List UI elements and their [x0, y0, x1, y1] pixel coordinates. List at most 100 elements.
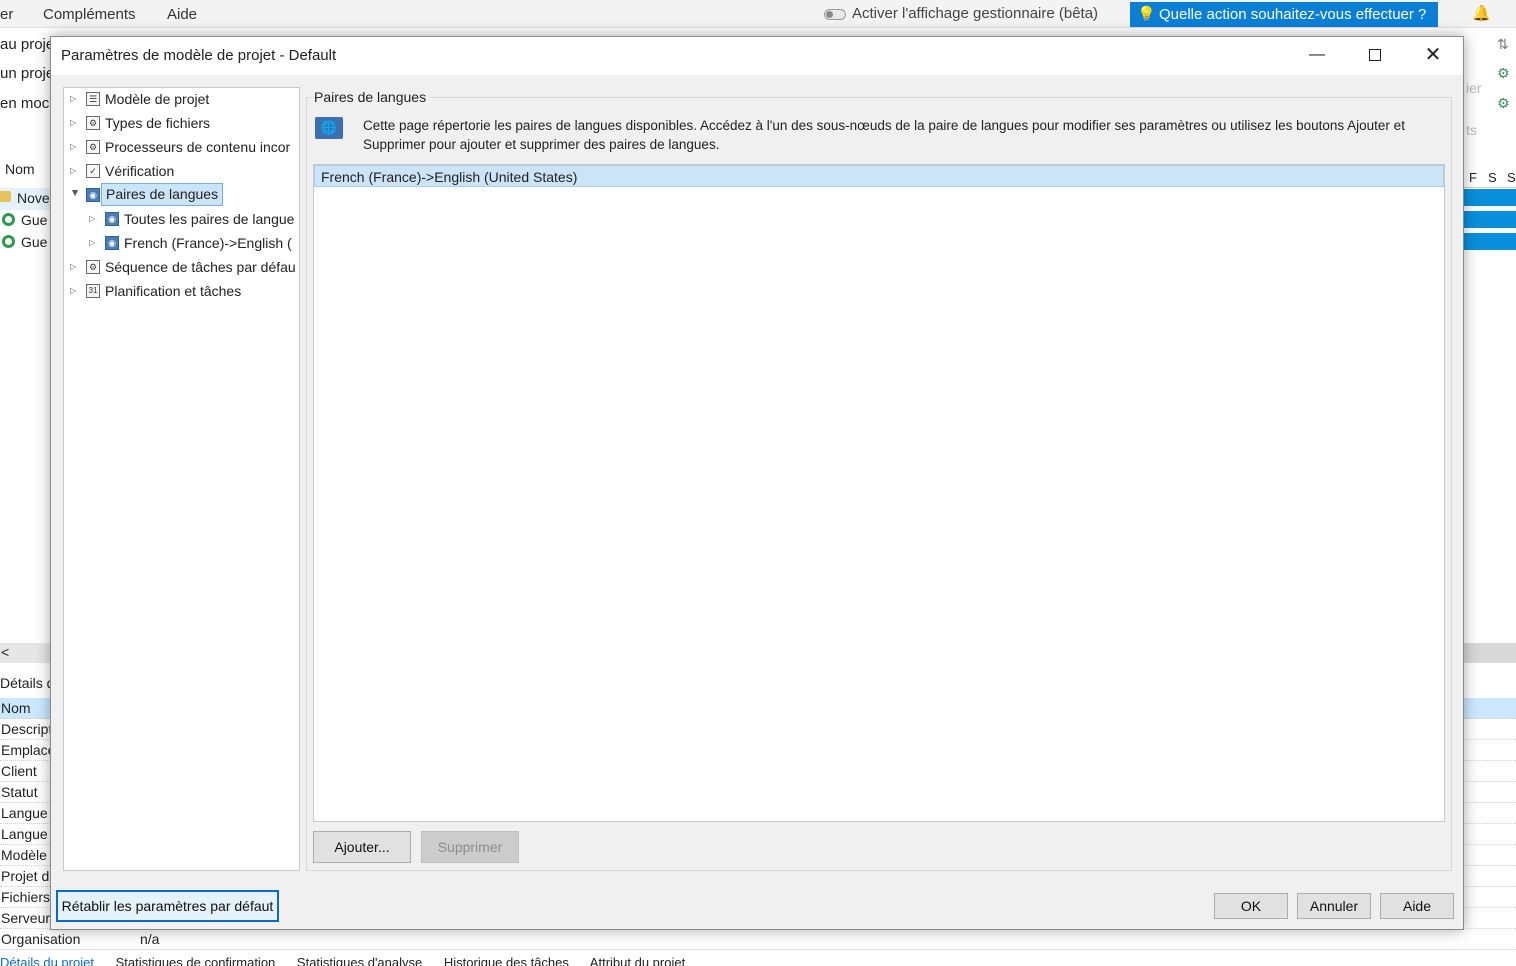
beta-toggle[interactable] [824, 9, 846, 20]
collapse-arrow-icon[interactable]: ▶ [64, 190, 86, 200]
horizontal-scrollbar[interactable]: < [0, 643, 52, 663]
expand-arrow-icon[interactable]: ▷ [89, 208, 99, 230]
project-name: Nove [17, 190, 50, 206]
file-types-icon: ⚙ [86, 116, 100, 130]
bottom-tabs: Détails du projet Statistiques de confir… [0, 955, 1516, 966]
tab-analysis-stats[interactable]: Statistiques d'analyse [297, 955, 422, 966]
property-label: Modèle [1, 847, 47, 863]
project-row[interactable]: Gue [0, 232, 52, 254]
language-pair-icon: ◉ [105, 236, 119, 250]
scroll-left-icon[interactable]: < [1, 644, 9, 660]
project-name: Gue [21, 212, 48, 228]
beta-toggle-label: Activer l'affichage gestionnaire (bêta) [852, 5, 1099, 22]
project-template-settings-dialog: Paramètres de modèle de projet - Default… [50, 36, 1464, 930]
project-row[interactable]: Nove [0, 188, 52, 210]
property-label: Fichiers [1, 889, 51, 905]
property-label: Client [1, 763, 37, 779]
settings-tree: ▷ ☰ Modèle de projet ▷ ⚙ Types de fichie… [63, 87, 300, 871]
name-column-label: Nom [5, 161, 35, 177]
app-menubar: er Compléments Aide Activer l'affichage … [0, 0, 1516, 28]
minimize-button[interactable]: — [1288, 37, 1346, 75]
tab-project-details[interactable]: Détails du projet [0, 955, 94, 966]
bell-icon[interactable]: 🔔 [1472, 4, 1491, 22]
tab-project-attribute[interactable]: Attribut du projet [590, 955, 685, 966]
expand-arrow-icon[interactable]: ▷ [89, 232, 99, 254]
gantt-bar [1464, 211, 1516, 228]
tab-confirmation-stats[interactable]: Statistiques de confirmation [116, 955, 276, 966]
property-label: Projet d [1, 868, 50, 884]
dialog-title: Paramètres de modèle de projet - Default [61, 47, 337, 64]
reset-defaults-button[interactable]: Rétablir les paramètres par défaut [56, 890, 279, 922]
property-label: Nom [1, 700, 31, 716]
expand-arrow-icon[interactable]: ▷ [70, 280, 80, 302]
close-icon: ✕ [1424, 44, 1442, 66]
gantt-bar [1464, 189, 1516, 206]
project-name: Gue [21, 234, 48, 250]
horizontal-scrollbar-right[interactable] [1464, 643, 1516, 663]
expand-arrow-icon[interactable]: ▷ [70, 256, 80, 278]
expand-arrow-icon[interactable]: ▷ [70, 160, 80, 182]
property-row[interactable]: Organisation n/a [0, 929, 1516, 950]
language-pairs-page: Paires de langues 🌐 Cette page répertori… [306, 87, 1454, 871]
language-pairs-list[interactable]: French (France)->English (United States) [313, 164, 1445, 822]
property-label: Statut [1, 784, 38, 800]
ribbon-icon[interactable]: ⚙ [1497, 65, 1510, 82]
details-header: Détails d [0, 675, 55, 691]
gantt-day-label: S [1507, 170, 1516, 185]
ribbon-text[interactable]: en moc [0, 95, 49, 112]
tree-label: Types de fichiers [105, 115, 211, 131]
tell-me-text: Quelle action souhaitez-vous effectuer ? [1159, 6, 1427, 23]
projects-column-header[interactable]: Nom [0, 148, 52, 190]
maximize-button[interactable] [1346, 37, 1404, 75]
close-button[interactable]: ✕ [1404, 37, 1462, 75]
property-label: Emplace [1, 742, 56, 758]
toggle-knob [826, 11, 833, 18]
ribbon-icon[interactable]: ⚙ [1497, 95, 1510, 112]
menu-help[interactable]: Aide [167, 6, 197, 23]
sequence-icon: ⚙ [86, 260, 100, 274]
cancel-button[interactable]: Annuler [1297, 893, 1371, 919]
status-icon [2, 235, 15, 248]
expand-arrow-icon[interactable]: ▷ [70, 88, 80, 110]
expand-arrow-icon[interactable]: ▷ [70, 136, 80, 158]
property-label: Langue [1, 826, 48, 842]
property-label: Serveur [1, 910, 51, 926]
gantt-bar [1464, 233, 1516, 250]
tree-label: Vérification [105, 163, 175, 179]
help-button[interactable]: Aide [1380, 893, 1454, 919]
dialog-titlebar: Paramètres de modèle de projet - Default… [51, 37, 1463, 75]
tree-label: Toutes les paires de langue [124, 211, 295, 227]
property-label: Descripti [1, 721, 56, 737]
ribbon-text[interactable]: au proje [0, 36, 54, 53]
tree-label: Planification et tâches [105, 283, 242, 299]
lightbulb-icon: 💡 [1137, 6, 1156, 23]
remove-button[interactable]: Supprimer [421, 831, 519, 863]
ribbon-text[interactable]: un proje [0, 65, 54, 82]
tell-me-box[interactable]: 💡 Quelle action souhaitez-vous effectuer… [1130, 2, 1438, 27]
ok-button[interactable]: OK [1214, 893, 1288, 919]
menu-item-partial[interactable]: er [0, 6, 13, 23]
status-icon [2, 213, 15, 226]
gantt-day-label: F [1469, 170, 1477, 185]
language-pair-icon: 🌐 [315, 117, 343, 139]
tree-label: Modèle de projet [105, 91, 210, 107]
gantt-day-label: S [1488, 170, 1497, 185]
ribbon-icon[interactable]: ⇅ [1497, 36, 1509, 53]
faded-ribbon-text: ts [1466, 122, 1477, 138]
group-title: Paires de langues [314, 89, 431, 105]
menu-complements[interactable]: Compléments [43, 6, 136, 23]
doc-icon: ☰ [86, 92, 100, 106]
gantt-header: F S S [1464, 168, 1516, 188]
tab-task-history[interactable]: Historique des tâches [444, 955, 569, 966]
tree-label: Processeurs de contenu incor [105, 139, 291, 155]
folder-icon [0, 191, 11, 202]
add-button[interactable]: Ajouter... [313, 831, 411, 863]
minimize-icon: — [1309, 46, 1325, 63]
check-icon: ✓ [86, 164, 100, 178]
project-row[interactable]: Gue [0, 210, 52, 232]
list-item[interactable]: French (France)->English (United States) [314, 165, 1444, 187]
tree-label: Paires de langues [101, 183, 224, 206]
processor-icon: ⚙ [86, 140, 100, 154]
info-text: Cette page répertorie les paires de lang… [363, 118, 1405, 152]
expand-arrow-icon[interactable]: ▷ [70, 112, 80, 134]
